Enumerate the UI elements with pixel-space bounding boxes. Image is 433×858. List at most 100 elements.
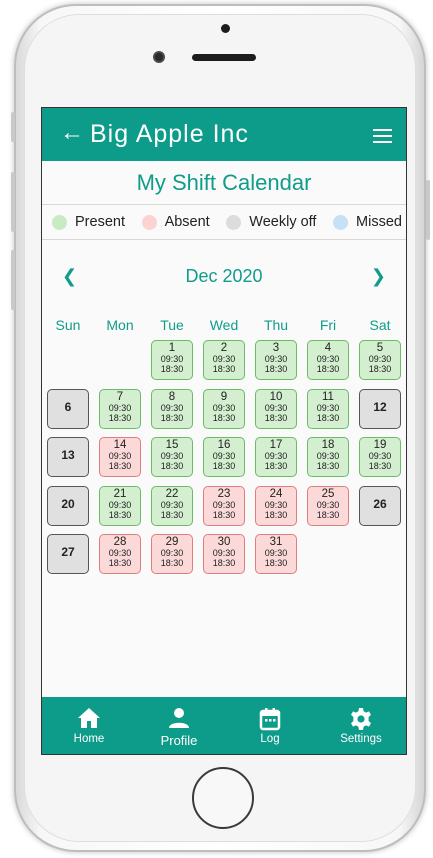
shift-end-time: 18:30 [316, 412, 340, 423]
shift-start-time: 09:30 [108, 451, 132, 461]
calendar-day[interactable]: 28 09:30 18:30 [99, 534, 141, 574]
shift-end-time: 18:30 [264, 509, 288, 520]
calendar-day[interactable]: 25 09:30 18:30 [307, 485, 349, 526]
calendar-day[interactable]: 15 09:30 18:30 [151, 437, 193, 477]
weekday-label: Mon [106, 317, 134, 333]
nav-log[interactable]: Log [235, 707, 305, 745]
day-number: 15 [165, 439, 179, 451]
shift-start-time: 09:30 [316, 451, 340, 461]
calendar-day[interactable]: 11 09:30 18:30 [307, 388, 349, 429]
calendar-day[interactable]: 23 09:30 18:30 [203, 485, 245, 526]
day-number: 23 [217, 487, 231, 500]
day-number: 24 [269, 487, 283, 500]
shift-start-time: 09:30 [368, 451, 392, 461]
hamburger-menu-icon[interactable] [373, 129, 392, 147]
volume-down-button [11, 250, 15, 310]
shift-start-time: 09:30 [212, 548, 236, 558]
calendar-day[interactable]: 5 09:30 18:30 [359, 340, 401, 380]
volume-up-button [11, 172, 15, 232]
shift-end-time: 18:30 [264, 461, 288, 471]
weekly-off-color-dot [226, 214, 242, 230]
calendar-day[interactable]: 9 09:30 18:30 [203, 388, 245, 429]
calendar-day[interactable]: 13 [47, 437, 89, 477]
shift-start-time: 09:30 [108, 548, 132, 558]
shift-end-time: 18:30 [160, 412, 184, 423]
calendar-day[interactable]: 21 09:30 18:30 [99, 485, 141, 526]
nav-home[interactable]: Home [54, 707, 124, 745]
weekday-label: Thu [263, 317, 289, 333]
month-navigator: ❮ Dec 2020 ❯ [42, 266, 406, 290]
day-number: 3 [272, 342, 280, 354]
shift-start-time: 09:30 [160, 354, 184, 364]
nav-label: Home [73, 733, 105, 745]
calendar-day[interactable]: 4 09:30 18:30 [307, 340, 349, 380]
legend-label: Weekly off [249, 214, 317, 230]
day-number: 9 [220, 390, 228, 403]
calendar-day[interactable]: 7 09:30 18:30 [99, 388, 141, 429]
legend-present: Present [52, 214, 125, 230]
shift-end-time: 18:30 [264, 558, 288, 568]
shift-start-time: 09:30 [160, 499, 184, 510]
nav-profile[interactable]: Profile [144, 707, 214, 748]
calendar-day[interactable]: 27 [47, 534, 89, 574]
nav-settings[interactable]: Settings [326, 707, 396, 745]
legend-label: Missed [356, 214, 402, 230]
legend-absent: Absent [141, 214, 210, 230]
calendar-day[interactable]: 31 09:30 18:30 [255, 534, 297, 574]
app-bar: ← Big Apple Inc [42, 108, 406, 161]
shift-end-time: 18:30 [368, 461, 392, 471]
legend-weekly-off: Weekly off [226, 214, 316, 230]
calendar-day[interactable]: 12 [359, 388, 401, 429]
calendar-day[interactable]: 29 09:30 18:30 [151, 534, 193, 574]
legend-label: Absent [164, 214, 210, 230]
day-number: 7 [116, 390, 124, 403]
calendar-day[interactable]: 6 [47, 388, 89, 429]
app-title: Big Apple Inc [90, 120, 249, 148]
calendar-day[interactable]: 17 09:30 18:30 [255, 437, 297, 477]
day-number: 16 [217, 439, 231, 451]
day-number: 27 [61, 545, 75, 559]
calendar-day[interactable]: 8 09:30 18:30 [151, 388, 193, 429]
calendar-day[interactable]: 20 [47, 485, 89, 526]
calendar-day[interactable]: 1 09:30 18:30 [151, 340, 193, 380]
day-number: 8 [168, 390, 176, 403]
phone-home-button[interactable] [192, 767, 254, 829]
shift-end-time: 18:30 [160, 364, 184, 374]
calendar-day[interactable]: 30 09:30 18:30 [203, 534, 245, 574]
nav-label: Settings [340, 733, 382, 745]
shift-start-time: 09:30 [264, 402, 288, 413]
bottom-navigation: Home Profile Log Settings [42, 697, 406, 754]
day-number: 25 [321, 487, 335, 500]
arrow-left-icon[interactable]: ← [60, 120, 84, 146]
calendar-day[interactable]: 26 [359, 485, 401, 526]
shift-start-time: 09:30 [316, 402, 340, 413]
day-number: 10 [269, 390, 283, 403]
shift-end-time: 18:30 [212, 364, 236, 374]
shift-end-time: 18:30 [316, 364, 340, 374]
shift-end-time: 18:30 [212, 461, 236, 471]
weekday-label: Fri [319, 317, 337, 333]
day-number: 30 [217, 536, 231, 548]
person-icon [144, 707, 214, 731]
shift-end-time: 18:30 [368, 364, 392, 374]
day-number: 31 [269, 536, 283, 548]
weekday-label: Tue [160, 317, 184, 333]
calendar-day[interactable]: 14 09:30 18:30 [99, 437, 141, 477]
calendar-day[interactable]: 19 09:30 18:30 [359, 437, 401, 477]
calendar-day[interactable]: 24 09:30 18:30 [255, 485, 297, 526]
status-legend: Present Absent Weekly off Missed [42, 204, 406, 240]
calendar-day[interactable]: 22 09:30 18:30 [151, 485, 193, 526]
day-number: 1 [168, 342, 176, 354]
calendar-day[interactable]: 3 09:30 18:30 [255, 340, 297, 380]
calendar-day[interactable]: 2 09:30 18:30 [203, 340, 245, 380]
calendar-day[interactable]: 18 09:30 18:30 [307, 437, 349, 477]
legend-missed: Missed [333, 214, 402, 230]
calendar-day[interactable]: 10 09:30 18:30 [255, 388, 297, 429]
day-number: 28 [113, 536, 127, 548]
shift-end-time: 18:30 [212, 509, 236, 520]
shift-start-time: 09:30 [316, 354, 340, 364]
legend-label: Present [75, 214, 125, 230]
chevron-right-icon[interactable]: ❯ [371, 266, 386, 287]
calendar-day[interactable]: 16 09:30 18:30 [203, 437, 245, 477]
day-number: 19 [373, 439, 387, 451]
